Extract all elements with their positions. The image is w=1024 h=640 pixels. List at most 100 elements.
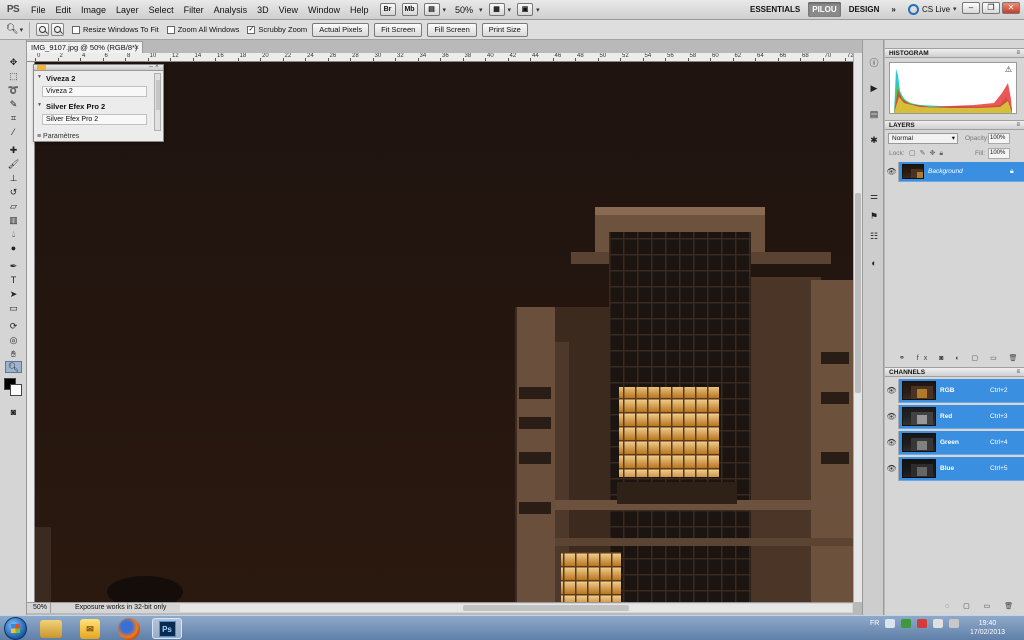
menu-layer[interactable]: Layer	[111, 0, 144, 20]
close-tab-icon[interactable]: ×	[134, 42, 139, 53]
layer-row-background[interactable]: 👁︎ Background 🔒︎	[885, 161, 1024, 182]
history-icon[interactable]: ▤	[867, 108, 881, 121]
cs-live-button[interactable]: CS Live ▾	[908, 2, 957, 17]
viveza-button[interactable]: Viveza 2	[42, 86, 147, 97]
hand-tool-icon[interactable]: ✋︎	[5, 348, 22, 360]
tray-app-icon[interactable]	[901, 619, 912, 628]
clone-stamp-tool-icon[interactable]: ⊥	[5, 172, 22, 184]
vertical-scrollbar[interactable]	[853, 53, 862, 602]
tray-app-icon[interactable]	[917, 619, 928, 628]
lock-icons[interactable]: ▢✎✥🔒︎	[909, 149, 947, 158]
fit-screen-button[interactable]: Fit Screen	[374, 22, 423, 37]
eye-icon[interactable]: 👁︎	[885, 430, 899, 455]
navigator-icon[interactable]: ✱	[867, 134, 881, 147]
tool-preset-picker[interactable]: 🔍︎ ▾	[0, 21, 30, 38]
move-tool-icon[interactable]: ✥	[5, 56, 22, 68]
document-tab[interactable]: IMG_9107.jpg @ 50% (RGB/8*) ×	[26, 41, 143, 53]
lasso-tool-icon[interactable]: ➰	[5, 84, 22, 96]
scroll-thumb[interactable]	[156, 80, 160, 110]
panel-menu-icon[interactable]: ≡	[1016, 121, 1020, 130]
channel-row-red[interactable]: 👁︎ Red Ctrl+3	[885, 404, 1024, 429]
blur-tool-icon[interactable]: 💧︎	[5, 228, 22, 240]
minimize-button[interactable]: –	[962, 2, 980, 14]
start-button[interactable]	[4, 617, 27, 640]
eraser-tool-icon[interactable]: ▱	[5, 200, 22, 212]
zoom-in-icon[interactable]	[36, 23, 49, 36]
menu-filter[interactable]: Filter	[179, 0, 209, 20]
type-tool-icon[interactable]: T	[5, 274, 22, 286]
scroll-thumb[interactable]	[463, 605, 629, 611]
background-color-swatch[interactable]	[10, 384, 22, 396]
language-indicator[interactable]: FR	[870, 620, 879, 627]
resize-windows-checkbox[interactable]: Resize Windows To Fit	[72, 25, 159, 34]
arrange-documents-button[interactable]: ▦ ▾	[488, 3, 511, 16]
screen-mode-button[interactable]: ▣ ▾	[517, 3, 540, 16]
menu-window[interactable]: Window	[303, 0, 345, 20]
section-viveza[interactable]: Viveza 2	[34, 71, 163, 84]
section-silver-efex[interactable]: Silver Efex Pro 2	[34, 99, 163, 112]
layers-footer-buttons[interactable]: ⚭ fx ◙ ◐ ▢ ▭ 🗑︎	[899, 354, 1023, 362]
masks-icon[interactable]: ◐	[867, 256, 881, 269]
actual-pixels-button[interactable]: Actual Pixels	[312, 22, 370, 37]
eyedropper-tool-icon[interactable]: ⁄	[5, 126, 22, 138]
zoom-all-windows-checkbox[interactable]: Zoom All Windows	[166, 25, 239, 34]
shape-tool-icon[interactable]: ▭	[5, 302, 22, 314]
eye-icon[interactable]: 👁︎	[885, 404, 899, 429]
workspace-pilou[interactable]: PILOU	[808, 2, 841, 17]
brush-tool-icon[interactable]: 🖌︎	[5, 158, 22, 170]
status-info[interactable]: Exposure works in 32-bit only	[51, 603, 181, 613]
channel-row-green[interactable]: 👁︎ Green Ctrl+4	[885, 430, 1024, 455]
menu-help[interactable]: Help	[345, 0, 374, 20]
silver-efex-button[interactable]: Silver Efex Pro 2	[42, 114, 147, 125]
parameters-link[interactable]: ≡ Paramètres	[37, 133, 79, 140]
network-icon[interactable]	[933, 619, 944, 628]
horizontal-scrollbar[interactable]	[180, 604, 852, 612]
print-size-button[interactable]: Print Size	[481, 22, 528, 37]
eye-icon[interactable]: 👁︎	[885, 456, 899, 481]
channels-panel-title[interactable]: CHANNELS ≡	[885, 367, 1024, 377]
close-button[interactable]: ✕	[1002, 2, 1020, 14]
blend-mode-select[interactable]: Normal ▾	[888, 133, 958, 144]
restore-button[interactable]: ❐	[982, 2, 1000, 14]
zoom-tool-icon[interactable]: 🔍︎	[5, 361, 22, 373]
channel-row-blue[interactable]: 👁︎ Blue Ctrl+5	[885, 456, 1024, 481]
scroll-thumb[interactable]	[855, 193, 861, 393]
channel-row-rgb[interactable]: 👁︎ RGB Ctrl+2	[885, 378, 1024, 403]
firefox-icon[interactable]	[118, 618, 140, 640]
status-zoom[interactable]: 50%	[27, 603, 51, 613]
layers-panel-title[interactable]: LAYERS ≡	[885, 120, 1024, 130]
panel-controls-icon[interactable]: – ×	[149, 63, 159, 70]
actions-icon[interactable]: ▶	[867, 82, 881, 95]
workspace-design[interactable]: DESIGN	[845, 2, 884, 17]
spot-healing-tool-icon[interactable]: ✚	[5, 144, 22, 156]
info-icon[interactable]: ⓘ	[867, 56, 881, 69]
eye-icon[interactable]: 👁︎	[885, 378, 899, 403]
menu-analysis[interactable]: Analysis	[209, 0, 253, 20]
menu-view[interactable]: View	[274, 0, 303, 20]
volume-icon[interactable]	[949, 619, 960, 628]
photoshop-taskbar-button[interactable]: Ps	[152, 618, 182, 639]
panel-menu-icon[interactable]: ≡	[1016, 368, 1020, 377]
opacity-input[interactable]: 100%	[988, 133, 1010, 144]
channels-footer-buttons[interactable]: ◌ ▢ ▭ 🗑︎	[945, 602, 1019, 610]
3d-rotate-tool-icon[interactable]: ⟳	[5, 320, 22, 332]
histogram-panel-title[interactable]: HISTOGRAM ≡	[885, 48, 1024, 58]
explorer-icon[interactable]	[40, 620, 62, 638]
panel-menu-icon[interactable]: ≡	[1016, 49, 1020, 58]
scrubby-zoom-checkbox[interactable]: ✓ Scrubby Zoom	[247, 25, 307, 34]
fill-input[interactable]: 100%	[988, 148, 1010, 159]
view-extras-button[interactable]: ▤ ▾	[423, 3, 446, 16]
clone-source-icon[interactable]: ⚑	[867, 210, 881, 223]
bridge-button[interactable]: Br	[379, 3, 396, 16]
3d-orbit-tool-icon[interactable]: ◎	[5, 334, 22, 346]
mini-bridge-button[interactable]: Mb	[401, 3, 418, 16]
gradient-tool-icon[interactable]: ▥	[5, 214, 22, 226]
quick-mask-icon[interactable]: ◙	[5, 406, 22, 418]
marquee-tool-icon[interactable]: ⬚	[5, 70, 22, 82]
clock[interactable]: 19:40 17/02/2013	[970, 619, 1005, 637]
show-hidden-icons[interactable]	[885, 619, 896, 628]
panel-scrollbar[interactable]	[154, 73, 161, 131]
document-canvas[interactable]	[35, 62, 853, 602]
zoom-out-icon[interactable]	[51, 23, 64, 36]
menu-edit[interactable]: Edit	[51, 0, 77, 20]
